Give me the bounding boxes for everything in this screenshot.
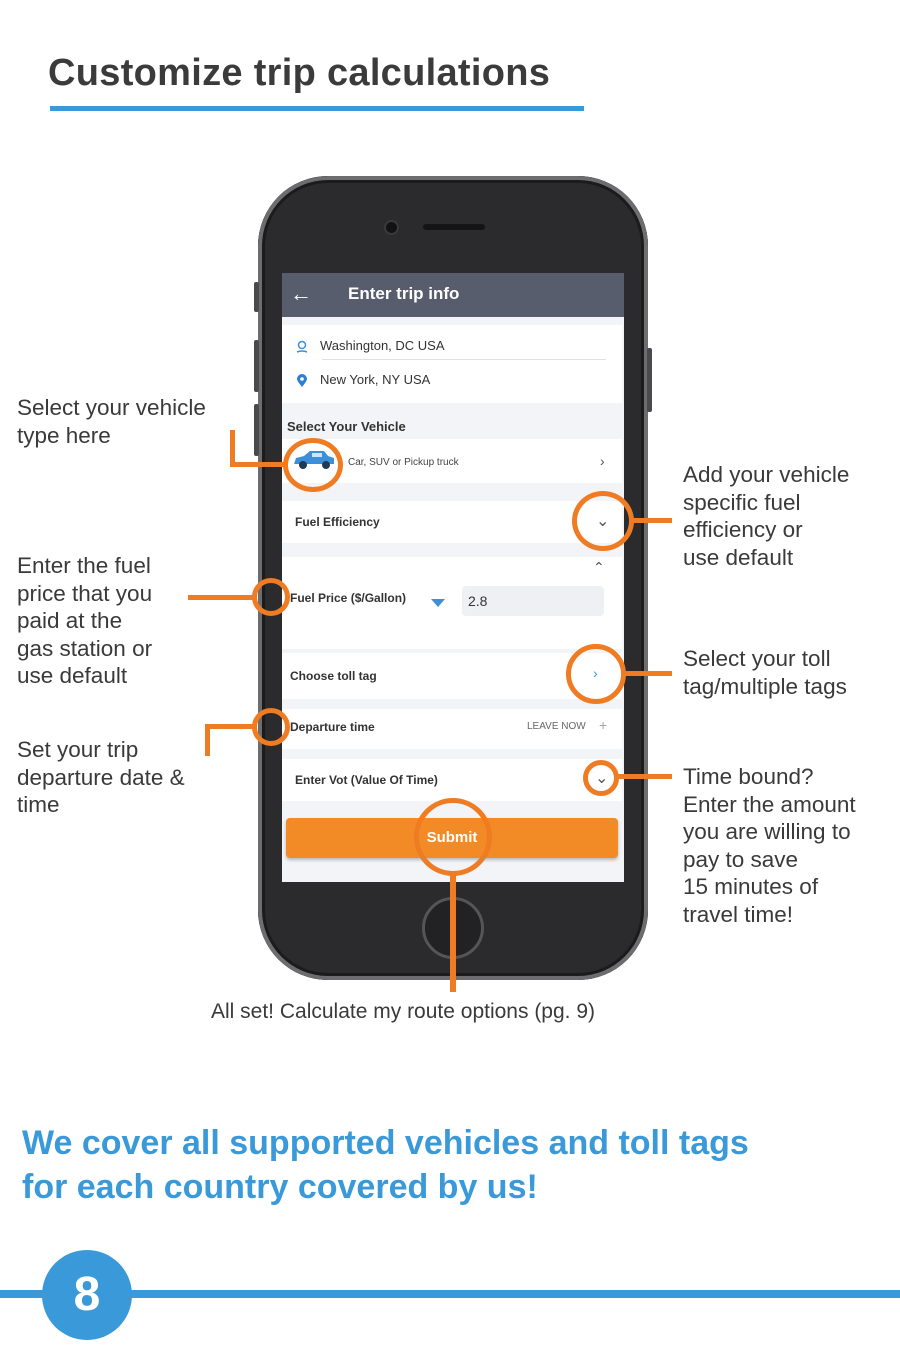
callout-line: Add your vehicle (683, 462, 850, 487)
callout-line: tag/multiple tags (683, 673, 847, 699)
callout-line: Select your vehicle (17, 395, 206, 420)
callout-line: type here (17, 422, 111, 448)
phone-mute-switch (254, 282, 259, 312)
destination-field[interactable]: New York, NY USA (296, 372, 430, 388)
vehicle-callout: Select your vehicle type here (17, 394, 206, 449)
toll-tag-highlight-ring (566, 644, 626, 704)
callout-line: paid at the (17, 608, 123, 633)
departure-callout: Set your trip departure date & time (17, 736, 185, 819)
callout-line: 15 minutes of (683, 874, 819, 899)
callout-line: Enter the amount (683, 791, 856, 817)
collapse-chevron-up-icon[interactable]: ⌃ (593, 559, 605, 576)
callout-line: efficiency or (683, 517, 803, 542)
callout-line: Select your toll (683, 646, 831, 671)
fuel-unit-dropdown-icon[interactable] (431, 599, 445, 607)
vot-callout: Time bound? Enter the amount you are wil… (683, 763, 856, 928)
vehicle-chevron-right-icon: › (600, 453, 605, 469)
app-header: ← Enter trip info (282, 273, 624, 317)
footer-rule (0, 1290, 900, 1298)
vehicle-highlight-ring (283, 438, 343, 492)
fuel-price-label: Fuel Price ($/Gallon) (290, 591, 407, 605)
page-title: Customize trip calculations (48, 52, 551, 94)
title-underline (50, 106, 584, 111)
callout-line: Time bound? (683, 764, 814, 789)
callout-line: use default (17, 663, 128, 688)
toll-tag-connector (624, 671, 672, 676)
toll-tag-callout: Select your toll tag/multiple tags (683, 645, 847, 700)
callout-line: pay to save (683, 846, 799, 872)
fuel-efficiency-label: Fuel Efficiency (295, 515, 380, 529)
vehicle-section-label: Select Your Vehicle (287, 419, 406, 434)
vot-highlight-ring (583, 760, 619, 796)
callout-line: you are willing to (683, 819, 851, 844)
front-camera (386, 222, 397, 233)
callout-line: specific fuel (683, 489, 801, 515)
tagline: We cover all supported vehicles and toll… (22, 1121, 892, 1209)
destination-pin-icon (297, 373, 307, 387)
callout-line: Set your trip (17, 737, 139, 762)
destination-text: New York, NY USA (320, 372, 431, 387)
phone-power-button (647, 348, 652, 412)
fuel-efficiency-row[interactable]: Fuel Efficiency ⌄ (282, 501, 622, 543)
departure-label: Departure time (290, 720, 375, 734)
page-number-badge: 8 (42, 1250, 132, 1340)
submit-highlight-ring (414, 798, 492, 876)
vot-label: Enter Vot (Value Of Time) (295, 773, 438, 787)
vehicle-value: Car, SUV or Pickup truck (348, 457, 459, 468)
departure-value: LEAVE NOW (527, 721, 586, 732)
callout-line: gas station or (17, 635, 153, 661)
fuel-price-input[interactable]: 2.8 (462, 586, 604, 616)
fuel-efficiency-connector (632, 518, 672, 523)
callout-line: time (17, 792, 60, 817)
toll-tag-label: Choose toll tag (290, 669, 377, 683)
location-divider (322, 359, 606, 360)
earpiece-speaker (423, 224, 485, 230)
submit-connector (450, 874, 456, 992)
submit-caption: All set! Calculate my route options (pg.… (211, 1000, 596, 1023)
tagline-line: We cover all supported vehicles and toll… (22, 1124, 749, 1162)
fuel-price-connector (188, 595, 253, 600)
callout-line: use default (683, 544, 794, 570)
departure-connector-v (205, 724, 210, 756)
tagline-line: for each country covered by us! (22, 1168, 538, 1206)
departure-highlight-ring (252, 708, 290, 746)
origin-text: Washington, DC USA (320, 338, 445, 353)
vot-row[interactable]: Enter Vot (Value Of Time) ⌄ (282, 759, 622, 801)
origin-pin-icon (296, 340, 308, 353)
callout-line: Enter the fuel (17, 553, 151, 578)
fuel-price-callout: Enter the fuel price that you paid at th… (17, 552, 152, 690)
origin-field[interactable]: Washington, DC USA (296, 338, 445, 354)
phone-volume-up (254, 340, 259, 392)
fuel-efficiency-callout: Add your vehicle specific fuel efficienc… (683, 461, 849, 571)
callout-line: departure date & (17, 764, 185, 790)
phone-volume-down (254, 404, 259, 456)
departure-connector-h (205, 724, 254, 729)
vehicle-connector-h (230, 462, 286, 467)
fuel-efficiency-highlight-ring (572, 491, 634, 551)
back-arrow-icon[interactable]: ← (290, 281, 312, 307)
callout-line: price that you (17, 580, 153, 606)
vot-connector (617, 774, 672, 779)
departure-row[interactable]: Departure time LEAVE NOW + (282, 709, 622, 749)
header-title: Enter trip info (348, 284, 460, 303)
fuel-price-highlight-ring (252, 578, 290, 616)
location-card: Washington, DC USA New York, NY USA (282, 325, 622, 403)
app-screen: ← Enter trip info Washington, DC USA New… (282, 273, 624, 882)
departure-plus-icon[interactable]: + (599, 717, 607, 733)
callout-line: travel time! (683, 901, 794, 927)
